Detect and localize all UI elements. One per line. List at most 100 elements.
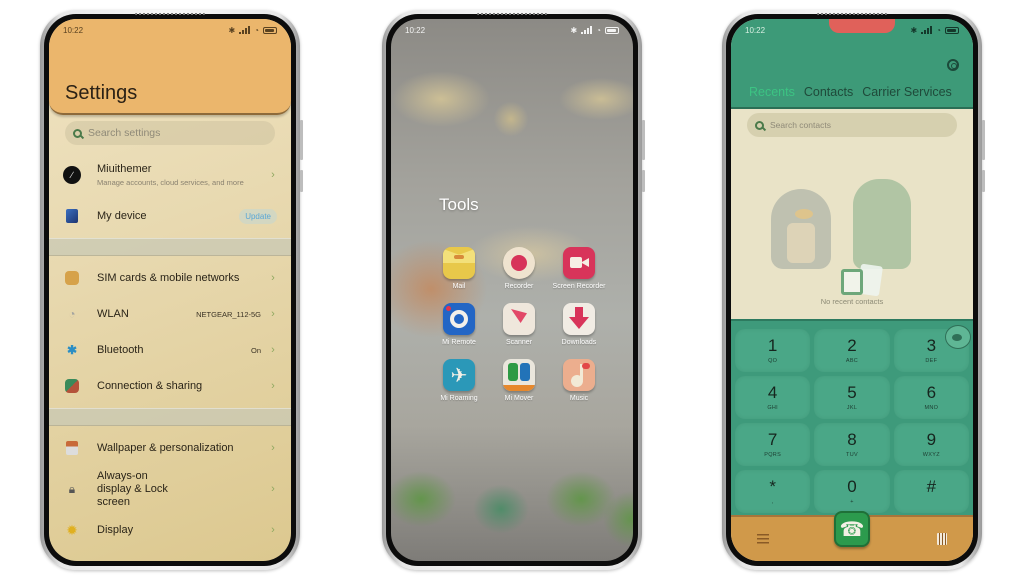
settings-item-sim[interactable]: SIM cards & mobile networks ›	[49, 260, 291, 296]
recorder-icon	[503, 247, 535, 279]
key-letters: TUV	[846, 452, 858, 458]
tab-recents[interactable]: Recents	[749, 85, 795, 99]
search-icon	[73, 128, 82, 138]
screen-recorder-icon	[563, 247, 595, 279]
bluetooth-icon: ✱	[570, 25, 578, 35]
volume-button	[300, 120, 303, 160]
scanner-icon	[503, 303, 535, 335]
key-letters: ,	[771, 499, 774, 505]
settings-item-label: Bluetooth	[97, 343, 144, 356]
app-recorder[interactable]: Recorder	[489, 247, 549, 291]
chevron-right-icon: ›	[271, 483, 275, 495]
status-time: 10:22	[63, 25, 84, 35]
tab-carrier-services[interactable]: Carrier Services	[862, 85, 952, 99]
dialpad-key[interactable]: 5 JKL	[814, 376, 890, 419]
airplane-icon: ✈︎	[443, 359, 475, 391]
dialpad-key[interactable]: 0 +	[814, 470, 890, 513]
status-bar: 10:22 ✱ ◔	[731, 19, 973, 41]
mail-icon	[443, 247, 475, 279]
phone-tools-folder: 10:22 ✱ ◔ Tools Mail Recorder Screen Rec…	[382, 10, 645, 570]
sim-card-icon	[65, 271, 79, 285]
volume-button	[982, 120, 985, 160]
battery-icon	[605, 26, 619, 34]
settings-item-label: Display	[97, 523, 134, 536]
app-label: Recorder	[504, 283, 534, 290]
app-mi-remote[interactable]: Mi Remote	[429, 303, 489, 347]
search-settings-input[interactable]: Search settings	[65, 121, 275, 145]
settings-item-label: Always-on display & Lock screen	[97, 469, 168, 508]
dialpad-key[interactable]: 7 PQRS	[735, 423, 811, 466]
key-digit: *	[769, 477, 776, 496]
empty-state-illustration	[761, 159, 941, 299]
chevron-right-icon: ›	[271, 380, 275, 392]
wifi-icon: ◔	[68, 307, 76, 321]
settings-item-subtitle: Manage accounts, cloud services, and mor…	[97, 178, 244, 187]
power-button	[300, 170, 303, 192]
dialpad-key[interactable]: 8 TUV	[814, 423, 890, 466]
settings-item-lock-screen[interactable]: 🔒︎ Always-on display & Lock screen ›	[49, 466, 291, 512]
settings-item-wallpaper[interactable]: Wallpaper & personalization ›	[49, 430, 291, 466]
chevron-right-icon: ›	[271, 442, 275, 454]
monster-figure	[853, 179, 911, 269]
key-letters: WXYZ	[922, 452, 940, 458]
key-digit: #	[926, 477, 937, 496]
settings-item-sound[interactable]: ◀ Sound & vibration ›	[49, 548, 291, 561]
key-digit: 9	[926, 430, 937, 449]
earpiece-speaker	[135, 13, 205, 15]
tab-contacts[interactable]: Contacts	[804, 85, 853, 99]
search-placeholder: Search settings	[88, 127, 161, 139]
dialpad-icon[interactable]	[937, 533, 947, 545]
chevron-right-icon: ›	[271, 524, 275, 536]
key-digit: 6	[926, 383, 937, 402]
app-screen-recorder[interactable]: Screen Recorder	[549, 247, 609, 291]
key-letters: QO	[768, 358, 778, 364]
dialpad-key[interactable]: 4 GHI	[735, 376, 811, 419]
call-button[interactable]: ☎︎	[834, 511, 870, 547]
app-label: Mi Roaming	[440, 395, 478, 402]
page-title: Settings	[65, 82, 138, 104]
battery-icon	[945, 26, 959, 34]
music-icon	[563, 359, 595, 391]
earpiece-speaker	[817, 13, 887, 15]
app-scanner[interactable]: Scanner	[489, 303, 549, 347]
gear-icon[interactable]	[947, 59, 959, 71]
key-digit: 7	[767, 430, 778, 449]
search-icon	[755, 120, 764, 130]
settings-item-label: WLAN	[97, 307, 129, 320]
signal-icon	[239, 26, 251, 34]
dialpad-key[interactable]: 9 WXYZ	[893, 423, 969, 466]
app-mail[interactable]: Mail	[429, 247, 489, 291]
home-screen: 10:22 ✱ ◔ Tools Mail Recorder Screen Rec…	[391, 19, 633, 561]
app-downloads[interactable]: Downloads	[549, 303, 609, 347]
settings-item-label: Connection & sharing	[97, 379, 203, 392]
chevron-right-icon: ›	[271, 344, 275, 356]
dialpad-key[interactable]: 6 MNO	[893, 376, 969, 419]
key-digit: 3	[926, 336, 937, 355]
app-mi-roaming[interactable]: ✈︎ Mi Roaming	[429, 359, 489, 403]
dialpad-key[interactable]: *,	[735, 470, 811, 513]
settings-item-my-device[interactable]: My device Update	[49, 198, 291, 234]
wlan-network-name: NETGEAR_112-5G	[196, 309, 261, 319]
app-music[interactable]: Music	[549, 359, 609, 403]
empty-state-text: No recent contacts	[820, 297, 884, 306]
app-label: Mi Remote	[442, 339, 476, 346]
settings-item-account[interactable]: ∕ Miuithemer Manage accounts, cloud serv…	[49, 152, 291, 198]
dialpad-key[interactable]: 2 ABC	[814, 329, 890, 372]
app-label: Downloads	[561, 339, 597, 346]
dialpad-key[interactable]: #	[893, 470, 969, 513]
search-contacts-input[interactable]: Search contacts	[747, 113, 957, 137]
app-label: Music	[569, 395, 589, 402]
chevron-right-icon: ›	[271, 169, 275, 181]
dialer-screen: 10:22 ✱ ◔ Recents Contacts Carrier Servi…	[731, 19, 973, 561]
settings-item-connection[interactable]: Connection & sharing ›	[49, 368, 291, 404]
settings-item-bluetooth[interactable]: ✱ Bluetooth On ›	[49, 332, 291, 368]
speaker-icon: ◀	[63, 557, 81, 561]
update-badge[interactable]: Update	[239, 208, 277, 224]
settings-item-display[interactable]: ✹ Display ›	[49, 512, 291, 548]
dialpad-key[interactable]: 1 QO	[735, 329, 811, 372]
app-mi-mover[interactable]: Mi Mover	[489, 359, 549, 403]
search-placeholder: Search contacts	[770, 120, 831, 130]
chevron-right-icon: ›	[271, 308, 275, 320]
settings-item-wlan[interactable]: ◔ WLAN NETGEAR_112-5G ›	[49, 296, 291, 332]
menu-list-icon[interactable]	[757, 534, 769, 544]
